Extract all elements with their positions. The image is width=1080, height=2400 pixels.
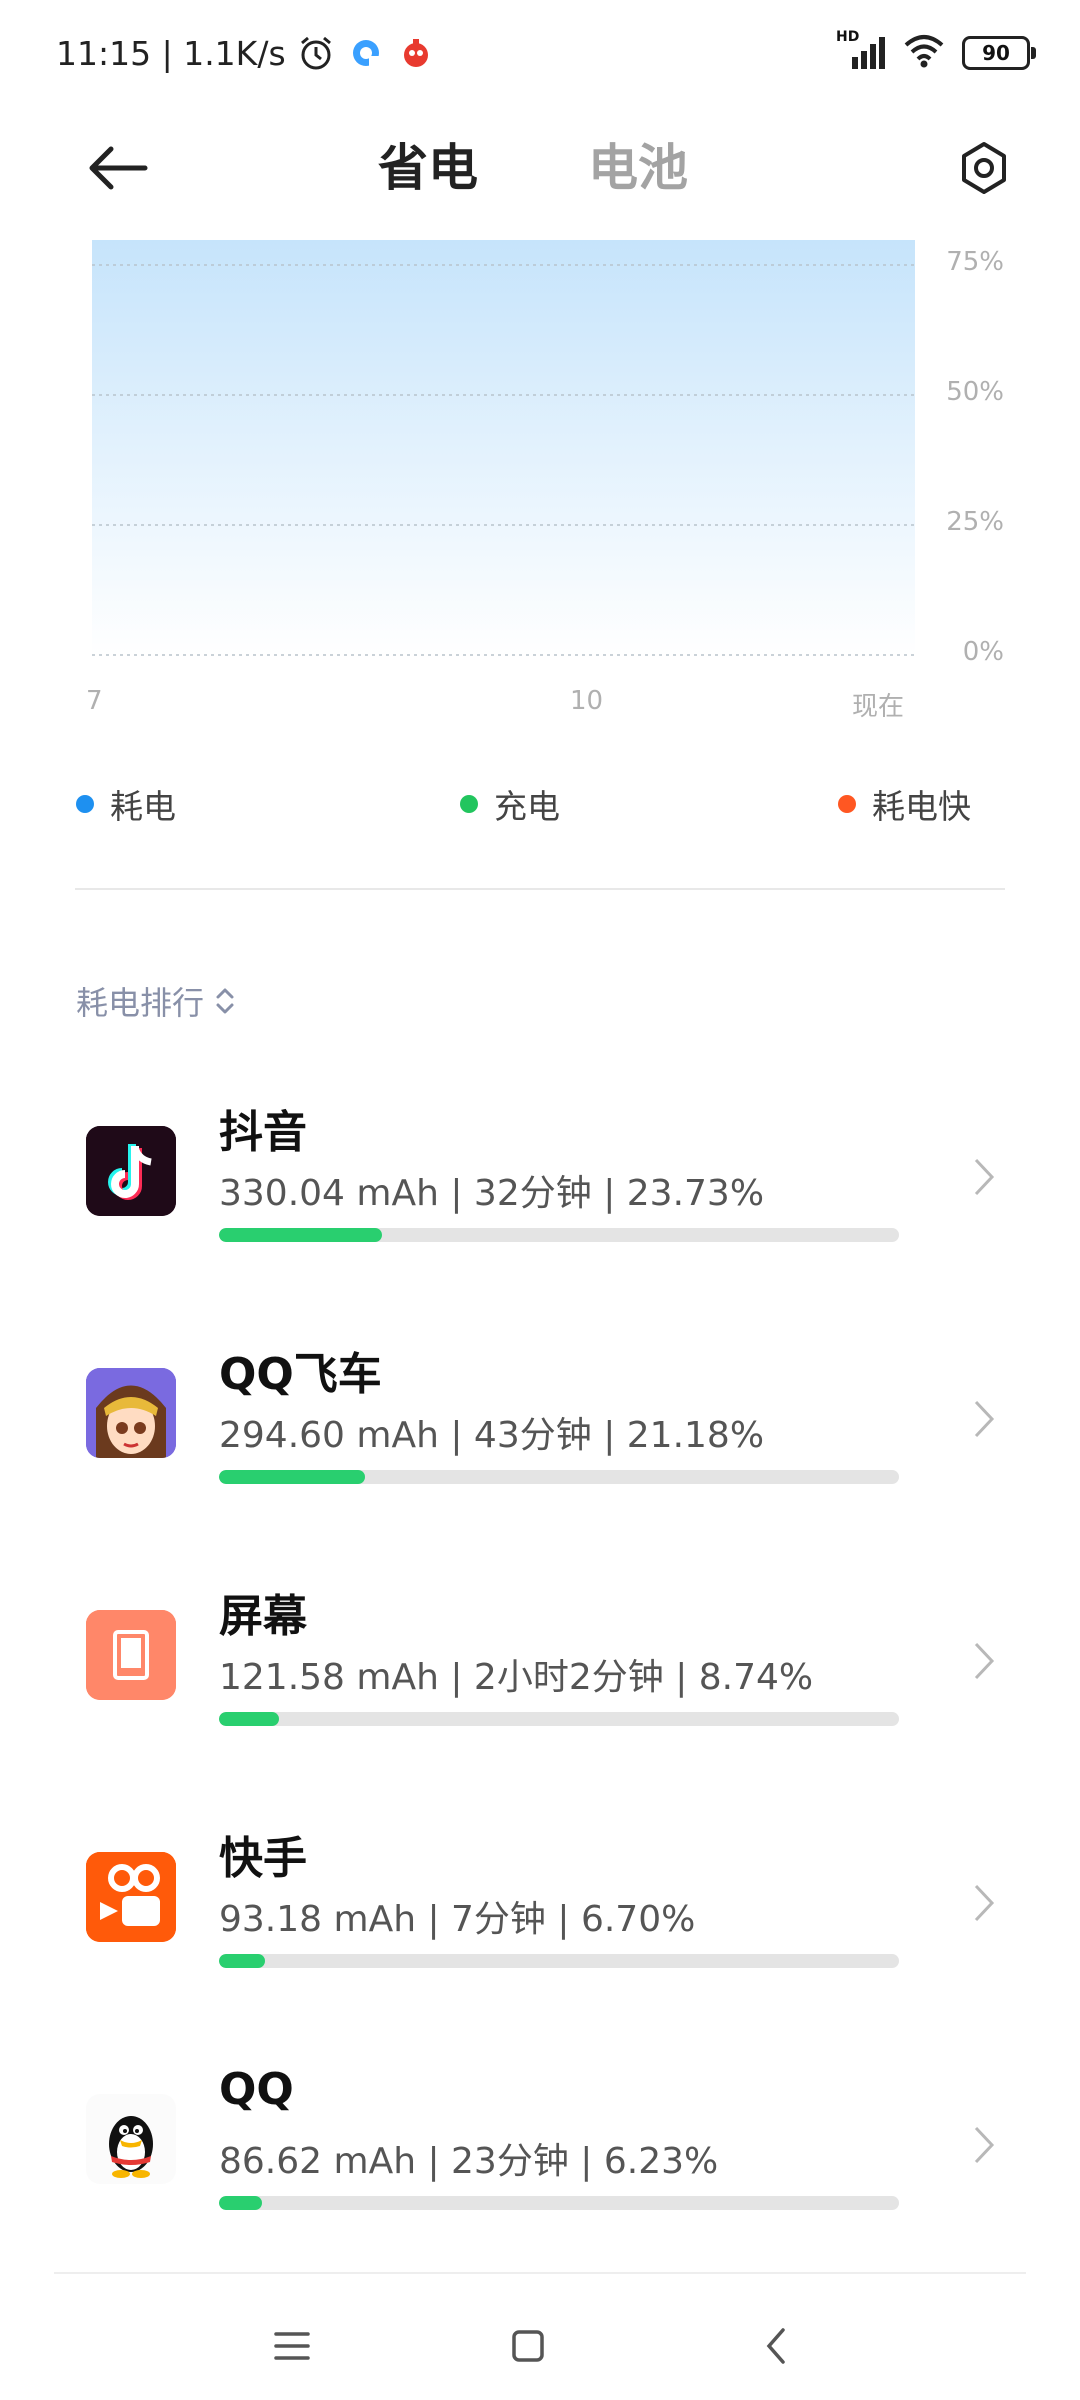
signal-icon: HD: [836, 29, 886, 73]
square-icon: [512, 2330, 544, 2362]
gear-icon: [962, 142, 1006, 194]
legend-item-fast-drain: 耗电快: [838, 780, 971, 828]
legend-item-consumption: 耗电: [76, 780, 176, 828]
usage-bar-fill: [219, 1954, 266, 1968]
battery-usage-chart: 75% 50% 25% 0% 7 10 现在: [0, 230, 1080, 730]
usage-bar-fill: [219, 1712, 280, 1726]
chart-y-tick-label: 25%: [946, 507, 1004, 537]
app-name: QQ飞车: [219, 1349, 382, 1400]
usage-bar: [219, 1228, 899, 1242]
app-stats: 93.18 mAh | 7分钟 | 6.70%: [219, 1899, 696, 1940]
back-arrow-icon: [89, 146, 148, 190]
chart-area-fill: [92, 240, 915, 656]
usage-bar-fill: [219, 1228, 383, 1242]
chevron-right-icon: [974, 1642, 995, 1680]
usage-bar-fill: [219, 1470, 365, 1484]
list-item[interactable]: QQ飞车 294.60 mAh | 43分钟 | 21.18%: [0, 1302, 1080, 1544]
sort-label: 耗电排行: [76, 984, 205, 1022]
status-right: HD 90: [836, 29, 1036, 76]
chart-y-tick-label: 0%: [962, 637, 1004, 667]
usage-bar: [219, 1712, 899, 1726]
app-stats: 330.04 mAh | 32分钟 | 23.73%: [219, 1173, 765, 1214]
legend-label-consumption: 耗电: [110, 787, 176, 826]
app-name: QQ: [219, 2064, 294, 2115]
kuaishou-icon: [86, 1852, 176, 1942]
usage-bar: [219, 1470, 899, 1484]
legend-label-charging: 充电: [494, 787, 560, 826]
app-stats: 294.60 mAh | 43分钟 | 21.18%: [219, 1415, 765, 1456]
settings-button[interactable]: [944, 128, 1024, 208]
tab-battery[interactable]: 电池: [588, 128, 688, 200]
chart-x-tick-label: 现在: [852, 692, 905, 722]
qq-speed-icon: [86, 1368, 176, 1458]
legend-dot-charging: [460, 795, 478, 813]
section-divider: [75, 888, 1005, 890]
status-bar: 11:15 | 1.1K/s HD 90: [0, 0, 1080, 105]
app-stats: 121.58 mAh | 2小时2分钟 | 8.74%: [219, 1657, 814, 1698]
list-item[interactable]: QQ 86.62 mAh | 23分钟 | 6.23%: [0, 2028, 1080, 2270]
battery-indicator: 90: [962, 36, 1036, 70]
chart-y-tick-label: 50%: [946, 377, 1004, 407]
legend-label-fast-drain: 耗电快: [872, 787, 971, 826]
chevron-right-icon: [974, 1400, 995, 1438]
recents-button[interactable]: [262, 2316, 322, 2376]
legend-item-charging: 充电: [460, 780, 560, 828]
list-item[interactable]: 抖音 330.04 mAh | 32分钟 | 23.73%: [0, 1060, 1080, 1302]
chart-plot: [92, 240, 915, 656]
chevron-right-icon: [974, 2126, 995, 2164]
chart-y-tick-label: 75%: [946, 247, 1004, 277]
sort-toggle-icon: [216, 988, 234, 1014]
app-notification-icon: [396, 33, 436, 73]
status-left: 11:15 | 1.1K/s: [56, 28, 436, 78]
legend-dot-consumption: [76, 795, 94, 813]
app-name: 屏幕: [219, 1591, 307, 1642]
home-button[interactable]: [498, 2316, 558, 2376]
list-item[interactable]: 快手 93.18 mAh | 7分钟 | 6.70%: [0, 1786, 1080, 2028]
app-name: 抖音: [219, 1107, 307, 1158]
sort-selector[interactable]: 耗电排行: [76, 978, 236, 1024]
back-nav-button[interactable]: [746, 2316, 806, 2376]
header: 省电 电池: [0, 110, 1080, 220]
chevron-right-icon: [974, 1884, 995, 1922]
usage-bar: [219, 1954, 899, 1968]
navigation-bar: [0, 2290, 1080, 2400]
bottom-divider: [54, 2272, 1026, 2274]
usage-bar: [219, 2196, 899, 2210]
chart-x-tick-label: 10: [570, 686, 604, 716]
qq-icon: [86, 2094, 176, 2184]
usage-bar-fill: [219, 2196, 262, 2210]
legend-dot-fast-drain: [838, 795, 856, 813]
wifi-icon: [902, 33, 946, 73]
chart-legend: 耗电 充电 耗电快: [0, 780, 1080, 830]
app-stats: 86.62 mAh | 23分钟 | 6.23%: [219, 2141, 719, 2182]
chevron-right-icon: [974, 1158, 995, 1196]
tab-power-saving[interactable]: 省电: [378, 128, 478, 200]
back-button[interactable]: [78, 128, 158, 208]
menu-icon: [274, 2332, 310, 2360]
browser-notification-icon: [346, 33, 386, 73]
screen-icon: [86, 1610, 176, 1700]
status-time-speed: 11:15 | 1.1K/s: [56, 33, 286, 73]
chart-x-tick-label: 7: [86, 686, 103, 716]
alarm-icon: [296, 33, 336, 73]
app-name: 快手: [219, 1833, 307, 1884]
list-item[interactable]: 屏幕 121.58 mAh | 2小时2分钟 | 8.74%: [0, 1544, 1080, 1786]
douyin-icon: [86, 1126, 176, 1216]
back-chevron-icon: [766, 2328, 785, 2364]
